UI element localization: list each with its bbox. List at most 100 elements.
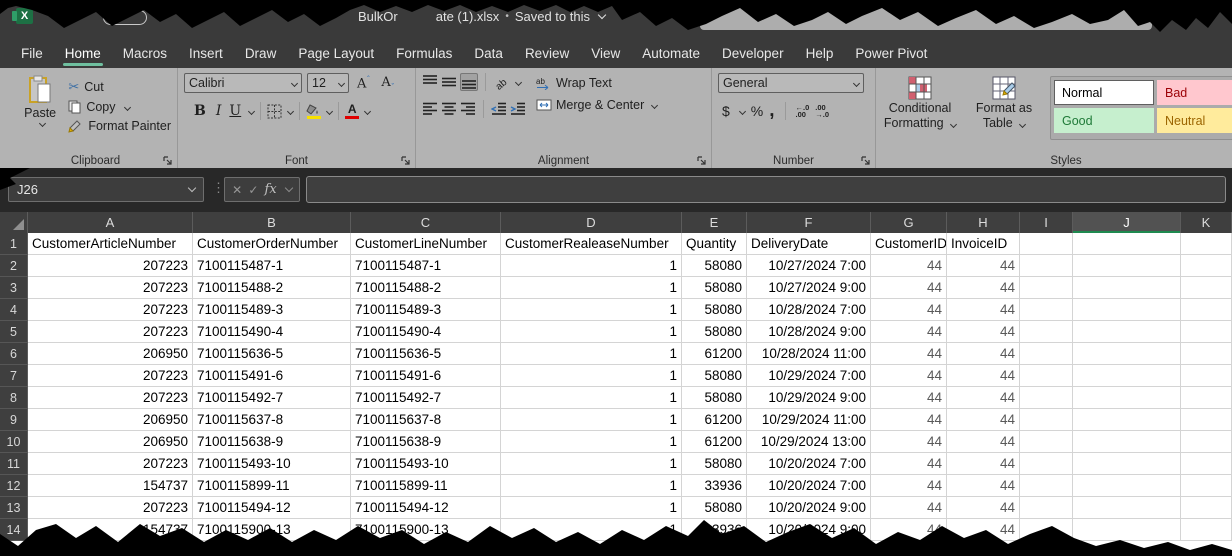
comma-style-button[interactable]: , — [769, 106, 774, 116]
cell-I13[interactable] — [1020, 497, 1073, 519]
middle-align-button[interactable] — [441, 74, 457, 90]
tab-file[interactable]: File — [10, 41, 54, 67]
cell-A7[interactable]: 207223 — [28, 365, 193, 387]
cell-B14[interactable]: 7100115900-13 — [193, 519, 351, 541]
cancel-button[interactable]: ✕ — [232, 183, 242, 197]
cell-G6[interactable]: 44 — [871, 343, 947, 365]
cell-I5[interactable] — [1020, 321, 1073, 343]
cell-D10[interactable]: 1 — [501, 431, 682, 453]
cell-B7[interactable]: 7100115491-6 — [193, 365, 351, 387]
cell-C9[interactable]: 7100115637-8 — [351, 409, 501, 431]
tab-power-pivot[interactable]: Power Pivot — [844, 41, 938, 67]
cell-K8[interactable] — [1181, 387, 1232, 409]
cell-C1[interactable]: CustomerLineNumber — [351, 233, 501, 255]
cell-C2[interactable]: 7100115487-1 — [351, 255, 501, 277]
cell-K9[interactable] — [1181, 409, 1232, 431]
underline-button[interactable]: U — [227, 103, 243, 119]
cell-E1[interactable]: Quantity — [682, 233, 747, 255]
row-header-12[interactable]: 12 — [0, 475, 28, 497]
cell-D4[interactable]: 1 — [501, 299, 682, 321]
cell-J11[interactable] — [1073, 453, 1181, 475]
select-all-button[interactable] — [0, 212, 28, 233]
cell-J8[interactable] — [1073, 387, 1181, 409]
cell-K13[interactable] — [1181, 497, 1232, 519]
cell-C6[interactable]: 7100115636-5 — [351, 343, 501, 365]
row-header-1[interactable]: 1 — [0, 233, 28, 255]
cell-H14[interactable]: 44 — [947, 519, 1020, 541]
cell-B5[interactable]: 7100115490-4 — [193, 321, 351, 343]
autosave-toggle[interactable] — [103, 10, 147, 25]
cell-C4[interactable]: 7100115489-3 — [351, 299, 501, 321]
cell-E4[interactable]: 58080 — [682, 299, 747, 321]
tab-view[interactable]: View — [580, 41, 631, 67]
cell-I6[interactable] — [1020, 343, 1073, 365]
cell-G4[interactable]: 44 — [871, 299, 947, 321]
cell-A10[interactable]: 206950 — [28, 431, 193, 453]
cell-F2[interactable]: 10/27/2024 7:00 — [747, 255, 871, 277]
cell-F13[interactable]: 10/20/2024 9:00 — [747, 497, 871, 519]
cell-E13[interactable]: 58080 — [682, 497, 747, 519]
tab-draw[interactable]: Draw — [234, 41, 288, 67]
cell-C8[interactable]: 7100115492-7 — [351, 387, 501, 409]
font-size-combo[interactable]: 12 — [307, 73, 349, 93]
cell-B1[interactable]: CustomerOrderNumber — [193, 233, 351, 255]
cell-I8[interactable] — [1020, 387, 1073, 409]
cell-G11[interactable]: 44 — [871, 453, 947, 475]
align-center-button[interactable] — [441, 101, 457, 117]
search-box[interactable] — [700, 8, 1152, 30]
cell-H7[interactable]: 44 — [947, 365, 1020, 387]
dialog-launcher-icon[interactable] — [861, 156, 871, 166]
cell-D14[interactable]: 1 — [501, 519, 682, 541]
row-header-14[interactable]: 14 — [0, 519, 28, 541]
row-header-7[interactable]: 7 — [0, 365, 28, 387]
top-align-button[interactable] — [422, 74, 438, 90]
chevron-down-icon[interactable] — [248, 107, 255, 114]
column-header-I[interactable]: I — [1020, 212, 1073, 233]
cell-E11[interactable]: 58080 — [682, 453, 747, 475]
cell-J14[interactable] — [1073, 519, 1181, 541]
cell-I10[interactable] — [1020, 431, 1073, 453]
cell-H3[interactable]: 44 — [947, 277, 1020, 299]
cell-G1[interactable]: CustomerID — [871, 233, 947, 255]
cell-E8[interactable]: 58080 — [682, 387, 747, 409]
cell-H11[interactable]: 44 — [947, 453, 1020, 475]
cell-A11[interactable]: 207223 — [28, 453, 193, 475]
cell-G12[interactable]: 44 — [871, 475, 947, 497]
cell-A2[interactable]: 207223 — [28, 255, 193, 277]
cell-A3[interactable]: 207223 — [28, 277, 193, 299]
cell-H4[interactable]: 44 — [947, 299, 1020, 321]
cell-D9[interactable]: 1 — [501, 409, 682, 431]
row-header-5[interactable]: 5 — [0, 321, 28, 343]
cell-F6[interactable]: 10/28/2024 11:00 — [747, 343, 871, 365]
dialog-launcher-icon[interactable] — [697, 156, 707, 166]
cell-A9[interactable]: 206950 — [28, 409, 193, 431]
cell-F8[interactable]: 10/29/2024 9:00 — [747, 387, 871, 409]
decrease-indent-button[interactable] — [491, 101, 507, 117]
font-color-button[interactable]: A — [345, 104, 359, 119]
cell-D3[interactable]: 1 — [501, 277, 682, 299]
cell-style-good[interactable]: Good — [1054, 108, 1154, 133]
column-header-E[interactable]: E — [682, 212, 747, 233]
cell-E10[interactable]: 61200 — [682, 431, 747, 453]
cell-F12[interactable]: 10/20/2024 7:00 — [747, 475, 871, 497]
cell-B6[interactable]: 7100115636-5 — [193, 343, 351, 365]
tab-developer[interactable]: Developer — [711, 41, 795, 67]
cell-C7[interactable]: 7100115491-6 — [351, 365, 501, 387]
cell-A1[interactable]: CustomerArticleNumber — [28, 233, 193, 255]
cell-K2[interactable] — [1181, 255, 1232, 277]
row-header-2[interactable]: 2 — [0, 255, 28, 277]
cell-H6[interactable]: 44 — [947, 343, 1020, 365]
cell-H8[interactable]: 44 — [947, 387, 1020, 409]
cell-F11[interactable]: 10/20/2024 7:00 — [747, 453, 871, 475]
wrap-text-button[interactable]: ab Wrap Text — [536, 76, 657, 90]
tab-automate[interactable]: Automate — [631, 41, 711, 67]
cell-A12[interactable]: 154737 — [28, 475, 193, 497]
cell-D8[interactable]: 1 — [501, 387, 682, 409]
insert-function-button[interactable]: fx — [265, 182, 277, 197]
align-left-button[interactable] — [422, 101, 438, 117]
cell-A8[interactable]: 207223 — [28, 387, 193, 409]
chevron-down-icon[interactable] — [287, 107, 294, 114]
paste-button[interactable]: Paste — [20, 73, 60, 152]
increase-indent-button[interactable] — [510, 101, 526, 117]
column-header-C[interactable]: C — [351, 212, 501, 233]
